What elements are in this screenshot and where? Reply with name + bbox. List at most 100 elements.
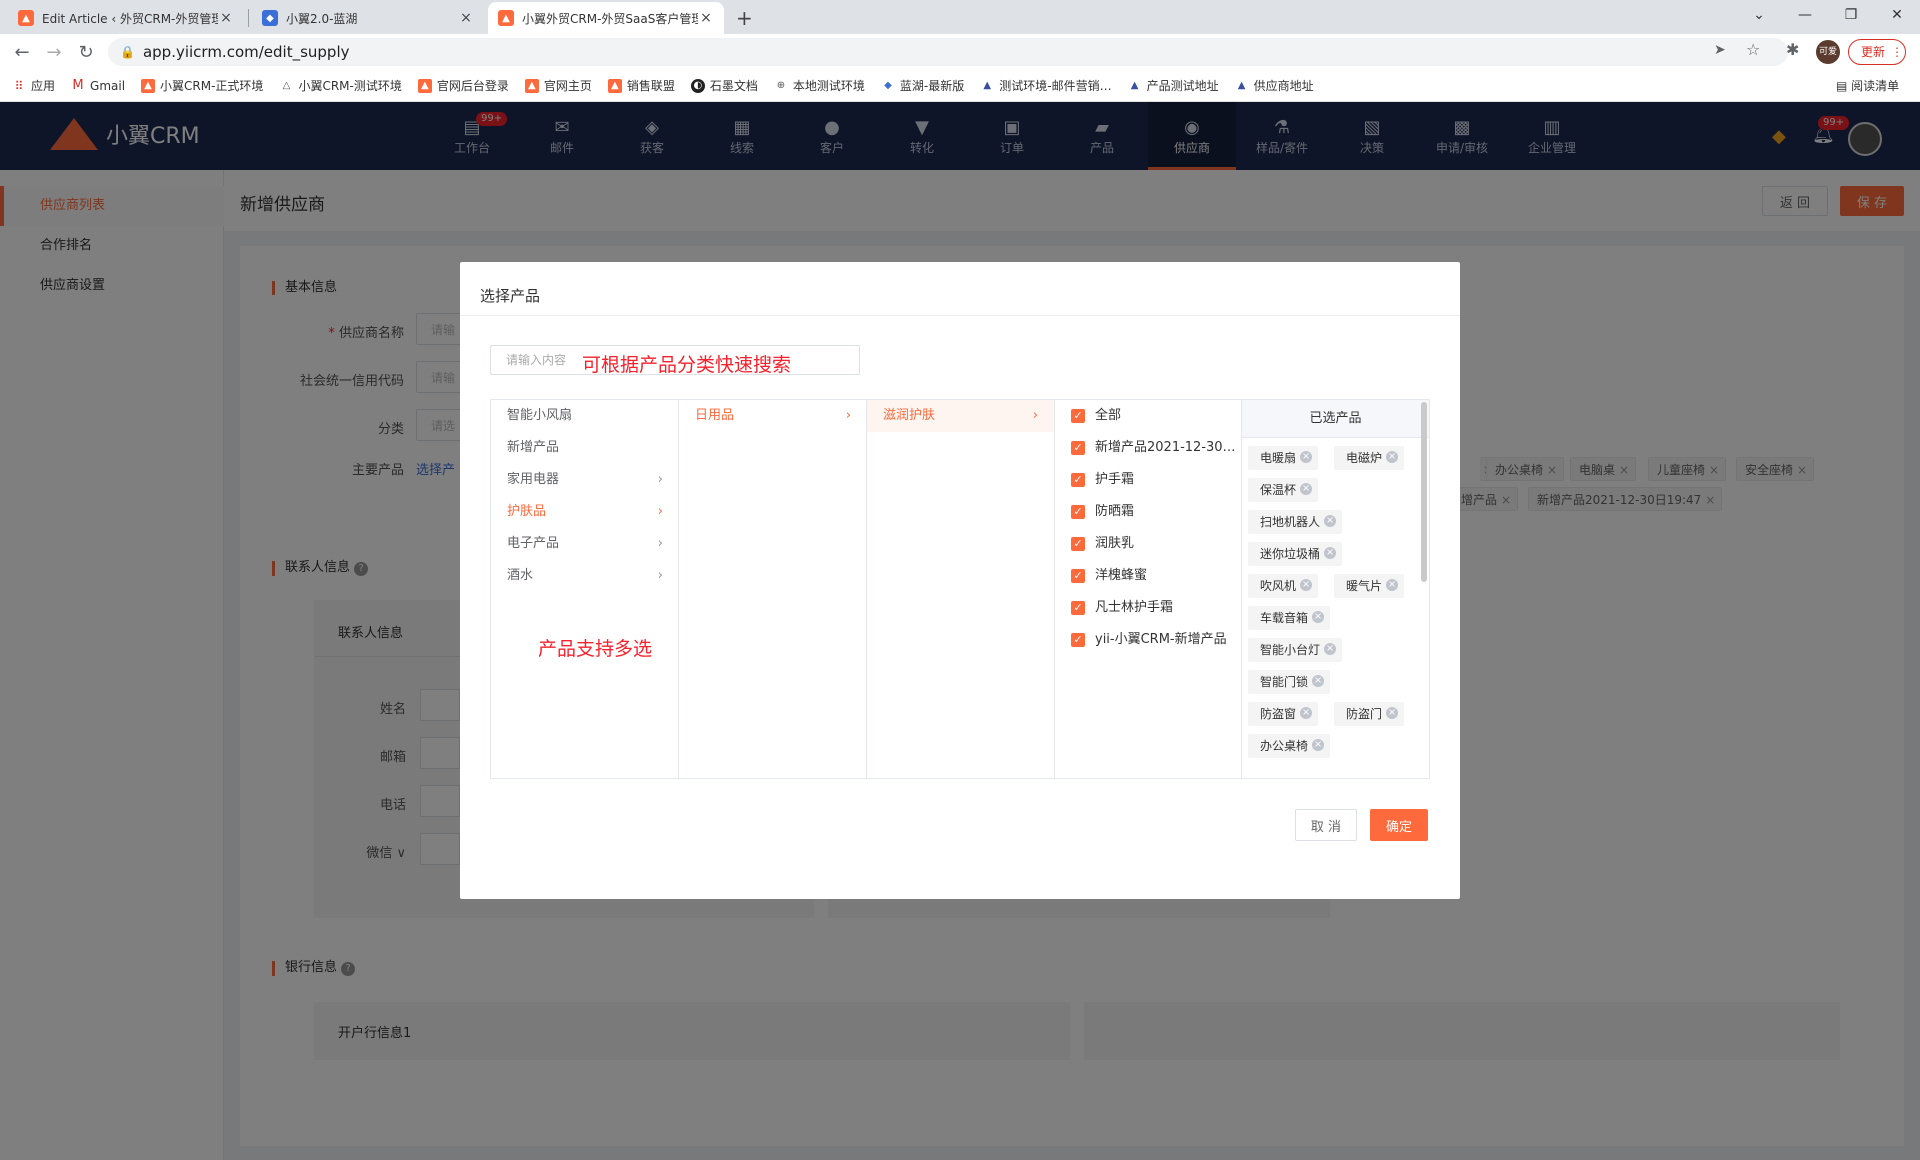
close-tab-icon[interactable]: × (458, 10, 474, 26)
bookmark-product-test[interactable]: ▲ 产品测试地址 (1128, 77, 1219, 94)
selected-product-tag[interactable]: 吹风机 (1248, 574, 1319, 598)
close-tab-icon[interactable]: × (698, 10, 714, 26)
globe-icon: ⊕ (776, 80, 786, 91)
triangle-icon: △ (282, 80, 291, 91)
product-checkbox[interactable]: ✓ 新增产品2021-12-30… (1071, 432, 1236, 464)
bookmark-supplier[interactable]: ▲ 供应商地址 (1235, 77, 1314, 94)
shimo-icon: ◐ (690, 78, 705, 93)
bookmark-star-icon[interactable]: ☆ (1746, 40, 1760, 59)
category-item[interactable]: 电子产品 › (491, 528, 679, 560)
close-window-icon[interactable]: ✕ (1874, 0, 1920, 30)
search-annotation: 可根据产品分类快速搜索 (582, 354, 792, 376)
selected-product-tag[interactable]: 防盗门 (1334, 702, 1405, 726)
new-tab-button[interactable]: + (736, 6, 753, 30)
forward-arrow-icon[interactable]: → (42, 40, 66, 64)
modal-title: 选择产品 (480, 287, 541, 305)
tab-search-icon[interactable]: ⌄ (1736, 0, 1782, 30)
chevron-right-icon: › (845, 408, 851, 423)
selected-product-tag[interactable]: 智能门锁 (1248, 670, 1331, 694)
product-checkbox[interactable]: ✓ 凡士林护手霜 (1071, 592, 1173, 624)
checkbox-checked-icon: ✓ (1071, 441, 1085, 455)
yiicrm-icon: ▲ (607, 78, 622, 93)
cascader-column-2 (679, 400, 867, 778)
yiicrm-icon: ▲ (417, 78, 432, 93)
bookmark-site-admin[interactable]: ▲ 官网后台登录 (417, 77, 509, 94)
selected-list-scrollbar[interactable] (1421, 402, 1427, 582)
bookmark-email-marketing[interactable]: ▲ 测试环境-邮件营销… (980, 77, 1111, 94)
extensions-icon[interactable]: ✱ (1786, 40, 1799, 59)
checkbox-checked-icon: ✓ (1071, 633, 1085, 647)
bookmark-crm-test[interactable]: △ 小翼CRM-测试环境 (279, 77, 402, 94)
product-checkbox[interactable]: ✓ yii-小翼CRM-新增产品 (1071, 624, 1227, 656)
browser-tab-yiicrm-active[interactable]: ▲ 小翼外贸CRM-外贸SaaS客户管理… × (488, 2, 724, 34)
search-placeholder: 请输入内容 (506, 353, 567, 367)
selected-product-tag[interactable]: 电磁炉 (1334, 446, 1405, 470)
minimize-icon[interactable]: — (1782, 0, 1828, 30)
bookmark-shimo[interactable]: ◐ 石墨文档 (690, 77, 758, 94)
cancel-button[interactable]: 取 消 (1295, 809, 1357, 841)
selected-product-tag[interactable]: 迷你垃圾桶 (1248, 542, 1343, 566)
browser-tab-edit-article[interactable]: ▲ Edit Article ‹ 外贸CRM-外贸管理… × (8, 2, 244, 34)
bookmark-apps[interactable]: ⠿ 应用 (12, 77, 55, 94)
yiicrm-favicon-icon: ▲ (498, 10, 514, 26)
selected-product-tag[interactable]: 暖气片 (1334, 574, 1405, 598)
selected-product-tag[interactable]: 智能小台灯 (1248, 638, 1343, 662)
category-item[interactable]: 智能小风扇 (491, 400, 679, 432)
subcategory-item-active[interactable]: 日用品 › (679, 400, 867, 432)
category-item-active[interactable]: 护肤品 › (491, 496, 679, 528)
chevron-right-icon: › (1032, 408, 1038, 423)
send-icon[interactable]: ➤ (1714, 42, 1726, 58)
confirm-button[interactable]: 确定 (1370, 809, 1428, 841)
bookmark-crm-prod[interactable]: ▲ 小翼CRM-正式环境 (141, 77, 263, 94)
url-text: app.yiicrm.com/edit_supply (142, 43, 350, 61)
lanhu-icon: ◆ (884, 80, 892, 91)
multiselect-annotation: 产品支持多选 (538, 638, 653, 660)
browser-tab-lanhu[interactable]: ◆ 小翼2.0-蓝湖 × (252, 2, 484, 34)
bookmark-local-test[interactable]: ⊕ 本地测试环境 (774, 77, 865, 94)
chevron-right-icon: › (657, 504, 663, 519)
yiicrm-icon: ▲ (524, 78, 539, 93)
chevron-right-icon: › (657, 536, 663, 551)
apps-grid-icon: ⠿ (14, 78, 24, 93)
bookmarks-bar: ⠿ 应用 M Gmail ▲ 小翼CRM-正式环境 △ 小翼CRM-测试环境 ▲ 官网后台… (0, 70, 1920, 102)
product-checkbox[interactable]: ✓ 护手霜 (1071, 464, 1134, 496)
more-menu-icon: ⋮ (1891, 45, 1904, 59)
category-item[interactable]: 家用电器 › (491, 464, 679, 496)
back-arrow-icon[interactable]: ← (10, 40, 34, 64)
reading-list-icon: ▤ (1836, 79, 1852, 93)
product-checkbox[interactable]: ✓ 洋槐蜂蜜 (1071, 560, 1147, 592)
checkbox-checked-icon: ✓ (1071, 601, 1085, 615)
tab-separator (248, 9, 249, 27)
bookmark-sales-alliance[interactable]: ▲ 销售联盟 (607, 77, 675, 94)
modal-divider (460, 315, 1460, 316)
checkbox-checked-icon: ✓ (1071, 473, 1085, 487)
cascader-column-3 (867, 400, 1055, 778)
category-item[interactable]: 酒水 › (491, 560, 679, 592)
restore-icon[interactable]: ❐ (1828, 0, 1874, 30)
triangle-icon: ▲ (1237, 80, 1246, 91)
chevron-right-icon: › (657, 568, 663, 583)
product-checkbox[interactable]: ✓ 润肤乳 (1071, 528, 1134, 560)
product-checkbox-all[interactable]: ✓ 全部 (1071, 400, 1121, 432)
selected-product-tag[interactable]: 电暖扇 (1248, 446, 1319, 470)
reading-list[interactable]: ▤ 阅读清单 (1836, 77, 1899, 94)
close-tab-icon[interactable]: × (218, 10, 234, 26)
product-checkbox[interactable]: ✓ 防晒霜 (1071, 496, 1134, 528)
address-bar[interactable]: 🔒 app.yiicrm.com/edit_supply (108, 38, 1788, 66)
category-item[interactable]: 新增产品 (491, 432, 679, 464)
selected-product-tag[interactable]: 办公桌椅 (1248, 734, 1331, 758)
selected-product-tag[interactable]: 保温杯 (1248, 478, 1319, 502)
subcategory-item-active[interactable]: 滋润护肤 › (867, 400, 1054, 432)
bookmark-site-home[interactable]: ▲ 官网主页 (524, 77, 592, 94)
checkbox-checked-icon: ✓ (1071, 537, 1085, 551)
checkbox-checked-icon: ✓ (1071, 505, 1085, 519)
reload-icon[interactable]: ↻ (74, 40, 98, 64)
selected-product-tag[interactable]: 扫地机器人 (1248, 510, 1343, 534)
selected-products-header: 已选产品 (1242, 400, 1429, 438)
selected-product-tag[interactable]: 车载音箱 (1248, 606, 1331, 630)
bookmark-gmail[interactable]: M Gmail (71, 78, 125, 93)
profile-avatar[interactable]: 可爱 (1816, 40, 1840, 64)
bookmark-lanhu[interactable]: ◆ 蓝湖-最新版 (881, 77, 964, 94)
selected-product-tag[interactable]: 防盗窗 (1248, 702, 1319, 726)
update-button[interactable]: 更新 ⋮ (1848, 39, 1906, 65)
